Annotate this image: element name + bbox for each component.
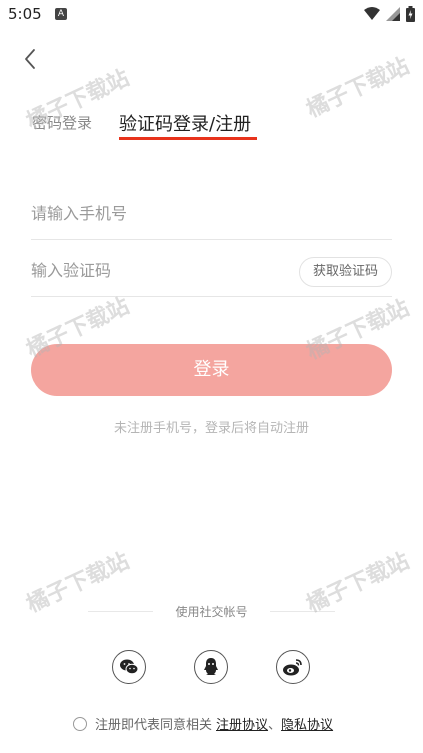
qq-login-button[interactable] [194,650,228,684]
notification-icon: A [55,8,67,20]
signal-icon [386,7,400,21]
weibo-icon [283,659,302,676]
status-time: 5:05 [8,5,42,23]
back-button[interactable] [18,46,44,72]
tab-code-login-register[interactable]: 验证码登录/注册 [119,110,251,136]
status-bar: 5:05 A [0,0,423,28]
tab-password-login[interactable]: 密码登录 [32,112,92,133]
active-tab-indicator [119,137,257,140]
wechat-icon [120,659,139,675]
wechat-login-button[interactable] [112,650,146,684]
battery-icon [406,6,415,22]
get-code-button[interactable]: 获取验证码 [298,257,392,287]
watermark: 橘子下载站 [302,53,414,123]
agreement-checkbox[interactable] [73,716,87,731]
auto-register-hint: 未注册手机号，登录后将自动注册 [113,421,309,436]
chevron-left-icon [25,49,35,69]
weibo-login-button[interactable] [276,650,310,684]
privacy-link[interactable]: 隐私协议 [281,714,333,733]
agreement-text: 注册即代表同意相关 [95,718,213,733]
social-label: 使用社交帐号 [175,605,248,619]
qq-icon [204,658,218,675]
verification-code-input[interactable] [31,248,271,292]
agreement-row: 注册即代表同意相关 注册协议 、 隐私协议 [73,714,333,733]
phone-field-container [31,191,392,240]
code-field-container: 获取验证码 [31,248,392,297]
terms-link[interactable]: 注册协议 [216,714,268,733]
phone-input[interactable] [31,191,271,235]
wifi-icon [364,7,380,20]
status-indicators [364,6,415,22]
login-button[interactable]: 登录 [31,344,392,396]
agreement-separator: 、 [268,718,282,733]
